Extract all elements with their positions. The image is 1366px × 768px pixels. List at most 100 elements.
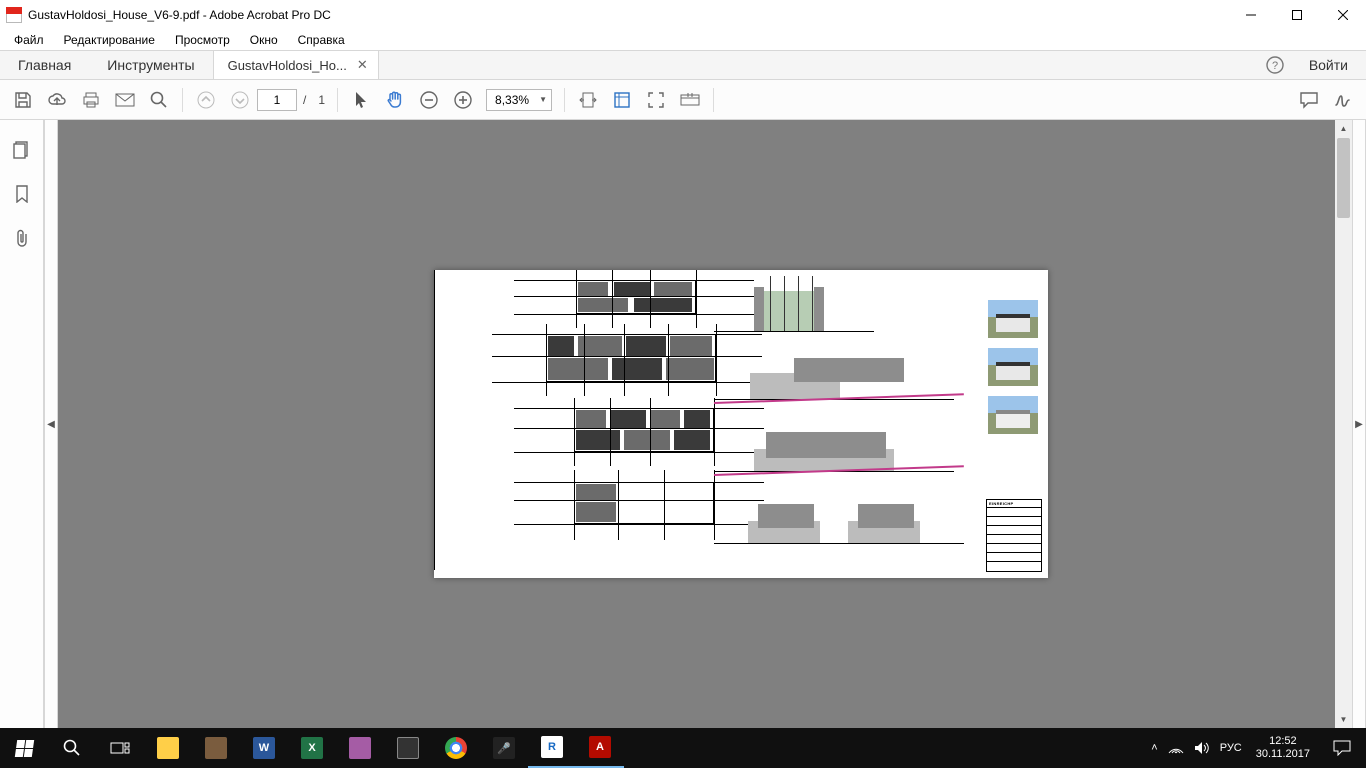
minimize-button[interactable] xyxy=(1228,0,1274,30)
taskbar-mic[interactable]: 🎤 xyxy=(480,728,528,768)
taskbar-acrobat[interactable]: A xyxy=(576,728,624,768)
mic-icon: 🎤 xyxy=(493,737,515,759)
arrow-down-icon xyxy=(231,91,249,109)
page-down-button[interactable] xyxy=(223,83,257,117)
toolbar-sep-4 xyxy=(713,88,714,112)
sign-button[interactable] xyxy=(1326,83,1360,117)
tab-tools[interactable]: Инструменты xyxy=(89,51,212,79)
task-view-button[interactable] xyxy=(96,728,144,768)
render-thumb-3 xyxy=(988,396,1038,434)
floor-plan-4 xyxy=(554,476,724,534)
taskbar-excel[interactable]: X xyxy=(288,728,336,768)
save-icon xyxy=(14,91,32,109)
fit-width-button[interactable] xyxy=(571,83,605,117)
menubar: Файл Редактирование Просмотр Окно Справк… xyxy=(0,30,1366,50)
tab-close-icon[interactable]: ✕ xyxy=(357,57,368,73)
read-mode-button[interactable] xyxy=(673,83,707,117)
zoom-in-button[interactable] xyxy=(446,83,480,117)
taskbar-chrome[interactable] xyxy=(432,728,480,768)
print-button[interactable] xyxy=(74,83,108,117)
svg-text:?: ? xyxy=(1272,60,1278,72)
zoom-out-button[interactable] xyxy=(412,83,446,117)
email-icon xyxy=(115,93,135,107)
comment-button[interactable] xyxy=(1292,83,1326,117)
clock-time: 12:52 xyxy=(1256,735,1310,748)
taskbar-search[interactable] xyxy=(48,728,96,768)
taskbar-paint[interactable] xyxy=(336,728,384,768)
tray-volume-icon[interactable] xyxy=(1194,741,1210,755)
taskbar-calc[interactable] xyxy=(384,728,432,768)
window-buttons xyxy=(1228,0,1366,30)
close-icon xyxy=(1338,10,1348,20)
toolbar-sep-3 xyxy=(564,88,565,112)
clock-date: 30.11.2017 xyxy=(1256,748,1310,761)
save-button[interactable] xyxy=(6,83,40,117)
menu-help[interactable]: Справка xyxy=(288,31,355,49)
bookmarks-button[interactable] xyxy=(12,184,32,204)
panel-toggle-left[interactable]: ◀ xyxy=(44,120,58,728)
tab-spacer xyxy=(379,51,1259,79)
search-icon xyxy=(63,739,81,757)
document-canvas[interactable]: ◀ xyxy=(44,120,1366,728)
scroll-down-icon[interactable]: ▼ xyxy=(1335,711,1352,728)
section-3 xyxy=(844,488,934,544)
panel-toggle-right[interactable]: ▶ xyxy=(1352,120,1366,728)
window-title: GustavHoldosi_House_V6-9.pdf - Adobe Acr… xyxy=(28,8,331,22)
arrow-up-icon xyxy=(197,91,215,109)
zoom-value: 8,33% xyxy=(495,93,529,107)
tray-chevron-icon[interactable]: ˄ xyxy=(1151,742,1157,754)
cloud-button[interactable] xyxy=(40,83,74,117)
tab-home[interactable]: Главная xyxy=(0,51,89,79)
search-icon xyxy=(150,91,168,109)
taskbar-word[interactable]: W xyxy=(240,728,288,768)
thumbnails-button[interactable] xyxy=(12,140,32,160)
thumbnails-icon xyxy=(13,141,31,159)
toolbar-sep-1 xyxy=(182,88,183,112)
scroll-up-icon[interactable]: ▲ xyxy=(1335,120,1352,137)
start-button[interactable] xyxy=(0,728,48,768)
titlebar: GustavHoldosi_House_V6-9.pdf - Adobe Acr… xyxy=(0,0,1366,30)
scroll-thumb[interactable] xyxy=(1337,138,1350,218)
close-button[interactable] xyxy=(1320,0,1366,30)
menu-file[interactable]: Файл xyxy=(4,31,54,49)
maximize-button[interactable] xyxy=(1274,0,1320,30)
attachments-button[interactable] xyxy=(12,228,32,248)
hand-tool-button[interactable] xyxy=(378,83,412,117)
elevation-1 xyxy=(744,344,924,400)
titleblock-header: EINREICHP xyxy=(987,500,1041,508)
help-icon: ? xyxy=(1266,56,1284,74)
folder-icon xyxy=(157,737,179,759)
render-thumb-1 xyxy=(988,300,1038,338)
cursor-icon xyxy=(354,91,368,109)
menu-edit[interactable]: Редактирование xyxy=(54,31,165,49)
action-center-button[interactable] xyxy=(1318,728,1366,768)
fit-page-button[interactable] xyxy=(605,83,639,117)
page-sep: / xyxy=(297,93,312,107)
zoom-select[interactable]: 8,33% ▼ xyxy=(486,89,552,111)
minimize-icon xyxy=(1246,10,1256,20)
calculator-icon xyxy=(397,737,419,759)
notepad-icon xyxy=(205,737,227,759)
email-button[interactable] xyxy=(108,83,142,117)
system-tray[interactable]: ˄ РУС xyxy=(1145,741,1247,755)
fit-width-icon xyxy=(579,91,597,109)
fullscreen-button[interactable] xyxy=(639,83,673,117)
taskbar-notepad[interactable] xyxy=(192,728,240,768)
taskbar-clock[interactable]: 12:52 30.11.2017 xyxy=(1248,735,1318,761)
select-tool-button[interactable] xyxy=(344,83,378,117)
taskbar-revit[interactable]: R xyxy=(528,728,576,768)
page-up-button[interactable] xyxy=(189,83,223,117)
menu-window[interactable]: Окно xyxy=(240,31,288,49)
page-number-input[interactable] xyxy=(257,89,297,111)
search-button[interactable] xyxy=(142,83,176,117)
taskbar-explorer[interactable] xyxy=(144,728,192,768)
tray-language[interactable]: РУС xyxy=(1220,742,1242,754)
help-button[interactable]: ? xyxy=(1259,51,1291,79)
tab-document[interactable]: GustavHoldosi_Ho... ✕ xyxy=(213,51,379,79)
zoom-out-icon xyxy=(420,91,438,109)
vertical-scrollbar[interactable]: ▲ ▼ xyxy=(1335,120,1352,728)
menu-view[interactable]: Просмотр xyxy=(165,31,240,49)
tray-network-icon[interactable] xyxy=(1168,742,1184,754)
fullscreen-icon xyxy=(647,91,665,109)
login-button[interactable]: Войти xyxy=(1291,51,1366,79)
